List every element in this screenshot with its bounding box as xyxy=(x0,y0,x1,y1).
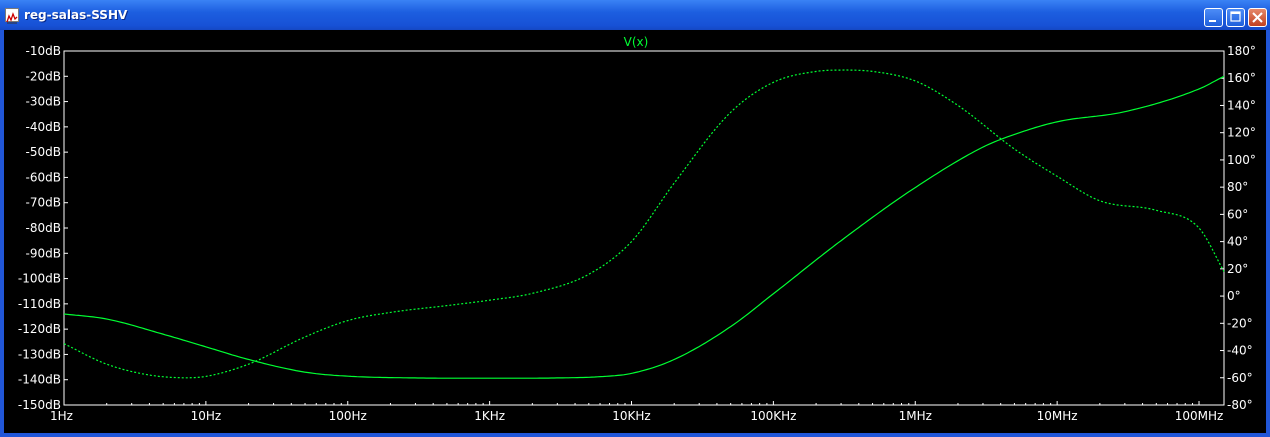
left-tick-label: -70dB xyxy=(26,196,61,210)
bottom-tick-label: 10Hz xyxy=(191,409,222,423)
plot-frame xyxy=(63,50,1225,406)
left-tick-label: -20dB xyxy=(26,69,61,83)
right-tick-label: -80° xyxy=(1227,398,1253,412)
ltspice-waveform-icon[interactable] xyxy=(5,8,19,24)
maximize-button[interactable] xyxy=(1226,8,1245,27)
right-tick-label: 20° xyxy=(1227,262,1248,276)
right-tick-label: 0° xyxy=(1227,289,1241,303)
phase-trace xyxy=(63,69,1225,379)
left-tick-label: -10dB xyxy=(26,44,61,58)
left-tick-label: -50dB xyxy=(26,145,61,159)
bottom-tick-label: 100Hz xyxy=(329,409,367,423)
left-tick-label: -110dB xyxy=(18,297,61,311)
left-tick-label: -60dB xyxy=(26,170,61,184)
right-tick-label: 100° xyxy=(1227,153,1256,167)
title-bar[interactable]: reg-salas-SSHV xyxy=(0,0,1270,30)
bottom-tick-label: 100KHz xyxy=(750,409,796,423)
left-tick-label: -140dB xyxy=(18,373,61,387)
right-tick-label: 140° xyxy=(1227,98,1256,112)
application-window: reg-salas-SSHV V(x) -10dB -20dB -30dB -40dB… xyxy=(0,0,1270,437)
right-tick-label: 80° xyxy=(1227,180,1248,194)
maximize-icon xyxy=(1230,11,1241,22)
right-tick-label: 40° xyxy=(1227,235,1248,249)
right-tick-label: -60° xyxy=(1227,371,1253,385)
bottom-tick-label: 1KHz xyxy=(474,409,505,423)
plot-pane[interactable]: V(x) -10dB -20dB -30dB -40dB -50dB -60dB -70dB… xyxy=(4,30,1266,433)
right-tick-label: 120° xyxy=(1227,126,1256,140)
magnitude-trace xyxy=(63,75,1225,379)
bottom-tick-label: 10KHz xyxy=(612,409,650,423)
bottom-axis: 1Hz 10Hz 100Hz 1KHz 10KHz 100KHz 1MHz 10MHz 100M… xyxy=(50,401,1223,423)
bottom-tick-label: 100MHz xyxy=(1175,409,1224,423)
left-tick-label: -80dB xyxy=(26,221,61,235)
bottom-tick-label: 1Hz xyxy=(50,409,73,423)
bottom-tick-label: 10MHz xyxy=(1037,409,1078,423)
close-button[interactable] xyxy=(1248,8,1267,27)
right-axis: 180° 160° 140° 120° 100° 80° 60° 40° 20° 0° -20° -4… xyxy=(1220,44,1256,412)
left-tick-label: -30dB xyxy=(26,95,61,109)
bode-plot[interactable]: V(x) -10dB -20dB -30dB -40dB -50dB -60dB -70dB… xyxy=(4,30,1266,433)
left-tick-label: -40dB xyxy=(26,120,61,134)
left-tick-label: -90dB xyxy=(26,246,61,260)
traces xyxy=(63,69,1225,379)
right-tick-label: -20° xyxy=(1227,316,1253,330)
left-axis: -10dB -20dB -30dB -40dB -50dB -60dB -70dB -80dB… xyxy=(18,44,68,412)
close-icon xyxy=(1252,12,1263,23)
trace-title[interactable]: V(x) xyxy=(624,35,649,49)
minimize-icon xyxy=(1209,20,1216,22)
right-tick-label: -40° xyxy=(1227,344,1253,358)
left-tick-label: -120dB xyxy=(18,322,61,336)
left-tick-label: -130dB xyxy=(18,347,61,361)
window-title: reg-salas-SSHV xyxy=(24,8,128,22)
minimize-button[interactable] xyxy=(1204,8,1223,27)
right-tick-label: 180° xyxy=(1227,44,1256,58)
right-tick-label: 60° xyxy=(1227,207,1248,221)
right-tick-label: 160° xyxy=(1227,71,1256,85)
bottom-tick-label: 1MHz xyxy=(899,409,932,423)
left-tick-label: -100dB xyxy=(18,272,61,286)
